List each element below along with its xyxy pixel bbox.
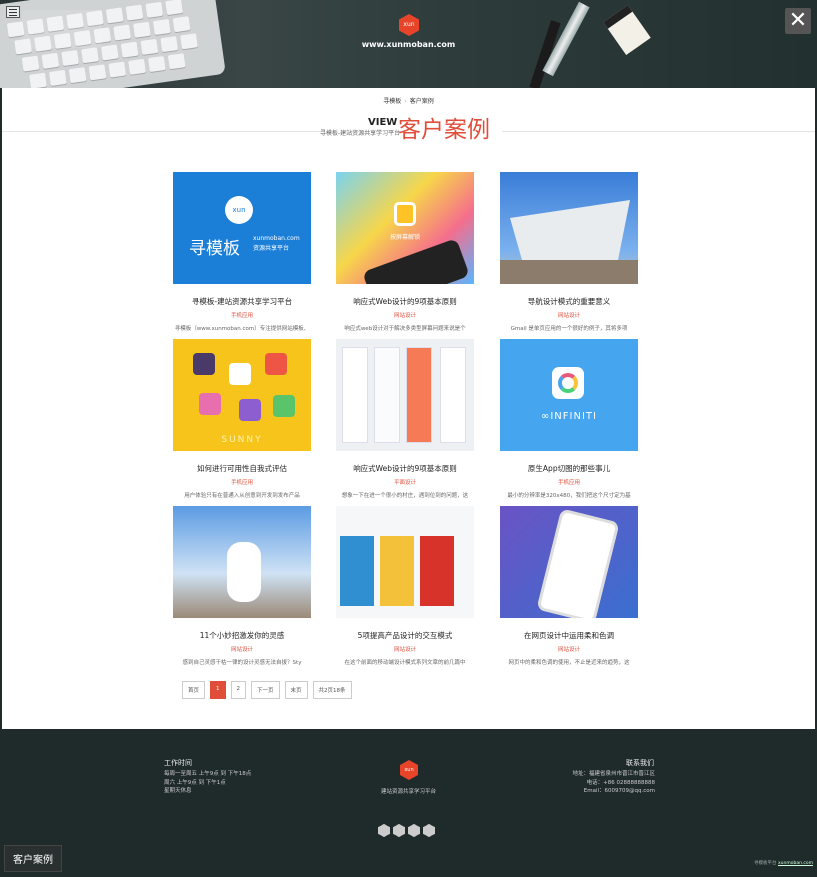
phone-image xyxy=(536,508,620,618)
case-card[interactable]: 导航设计模式的重要意义 网站设计 Gmail 是单页应用的一个很好的例子，其将多… xyxy=(500,172,638,332)
case-category[interactable]: 网站设计 xyxy=(500,311,638,319)
case-category[interactable]: 网站设计 xyxy=(336,645,474,653)
contact-list: 地址：福建省泉州市晋江市晋江区 电话：+86 02888888888 Email：6… xyxy=(572,771,655,794)
site-url: www.xunmoban.com xyxy=(361,40,456,49)
site-logo[interactable]: xun xyxy=(399,14,419,36)
contact-title: 联系我们 xyxy=(626,759,654,767)
phone-image xyxy=(362,238,470,284)
case-category[interactable]: 手机应用 xyxy=(173,311,311,319)
footer: 工作时间 每周一至周五 上午9点 到 下午18点 周六 上午9点 到 下午1点 星期… xyxy=(2,729,815,875)
page-first[interactable]: 首页 xyxy=(182,681,206,699)
case-title[interactable]: 在网页设计中运用柔和色调 xyxy=(500,630,638,641)
weibo-icon[interactable] xyxy=(378,824,390,837)
case-thumbnail[interactable]: 按屏幕解锁 xyxy=(336,172,474,284)
pagination: 首页 1 2 下一页 末页 共2页18条 xyxy=(182,681,352,699)
thumb-caption: ∞INFINITI xyxy=(541,411,597,422)
divider-left xyxy=(2,131,322,132)
case-title[interactable]: 11个小妙招激发你的灵感 xyxy=(173,630,311,641)
case-thumbnail[interactable] xyxy=(500,172,638,284)
case-card[interactable]: ∞INFINITI 原生App切图的那些事儿 手机应用 最小的分辨率是320x4… xyxy=(500,339,638,499)
case-card[interactable]: SUNNY 如何进行可用性自我式评估 手机应用 用户体验只有在普通入从创意到开发… xyxy=(173,339,311,499)
case-card[interactable]: 11个小妙招激发你的灵感 网站设计 感到自己灵感干枯一律的设计灵感无法自拔？St… xyxy=(173,506,311,666)
thumb-caption: SUNNY xyxy=(221,435,263,445)
page-label: 客户案例 xyxy=(4,845,62,872)
close-icon[interactable]: ✕ xyxy=(785,8,811,34)
header-banner: xun www.xunmoban.com ✕ xyxy=(0,0,817,88)
case-desc: 想象一下在进一个很小的村庄，遇到位到的问题，这 xyxy=(341,493,469,499)
case-category[interactable]: 网站设计 xyxy=(500,645,638,653)
page-2[interactable]: 2 xyxy=(230,681,247,699)
divider-right xyxy=(502,131,815,132)
case-title[interactable]: 寻模板-建站资源共享学习平台 xyxy=(173,296,311,307)
case-card[interactable]: 5项提高产品设计的交互模式 网站设计 在这个前面的移动端设计模式系列文章的前几篇… xyxy=(336,506,474,666)
page-last[interactable]: 末页 xyxy=(284,681,308,699)
menu-icon[interactable] xyxy=(6,6,20,18)
thumb-headline: 寻模板 xyxy=(189,239,240,259)
case-title[interactable]: 如何进行可用性自我式评估 xyxy=(173,463,311,474)
page-summary: 共2页18条 xyxy=(312,681,352,699)
case-title[interactable]: 原生App切图的那些事儿 xyxy=(500,463,638,474)
case-desc: Gmail 是单页应用的一个很好的例子，其将多项 xyxy=(510,326,628,332)
case-desc: 网页中的柔和色调的使用，不止是近来的趋势，这 xyxy=(508,660,630,666)
qq-icon[interactable] xyxy=(408,824,420,837)
section-subtitle: 寻模板-建站资源共享学习平台 xyxy=(320,130,401,137)
breadcrumb: 寻模板 › 客户案例 xyxy=(383,98,434,105)
case-desc: 最小的分辨率是320x480，我们把这个尺寸定为基 xyxy=(507,493,631,499)
lock-icon xyxy=(394,202,416,226)
page-next[interactable]: 下一页 xyxy=(251,681,280,699)
email-icon[interactable] xyxy=(423,824,435,837)
building-image xyxy=(510,200,630,260)
case-category[interactable]: 平面设计 xyxy=(336,478,474,486)
case-thumbnail[interactable] xyxy=(500,506,638,618)
copyright-link[interactable]: xunmoban.com xyxy=(778,861,813,866)
case-desc: 用户体验只有在普通入从创意到开发到发布产品 xyxy=(184,493,300,499)
footer-logo[interactable]: xun xyxy=(400,760,418,780)
case-thumbnail[interactable] xyxy=(173,506,311,618)
page-1[interactable]: 1 xyxy=(210,681,226,699)
case-desc: 在这个前面的移动端设计模式系列文章的前几篇中 xyxy=(344,660,466,666)
case-desc: 寻模板（www.xunmoban.com）专注提供网站模板、 xyxy=(174,326,310,332)
bear-statue-image xyxy=(227,542,261,602)
case-category[interactable]: 手机应用 xyxy=(173,478,311,486)
section-title-en: VIEW xyxy=(368,117,398,128)
case-title[interactable]: 5项提高产品设计的交互模式 xyxy=(336,630,474,641)
case-thumbnail[interactable]: SUNNY xyxy=(173,339,311,451)
case-thumbnail[interactable] xyxy=(336,506,474,618)
case-category[interactable]: 手机应用 xyxy=(500,478,638,486)
social-links xyxy=(378,824,435,837)
breadcrumb-current[interactable]: 客户案例 xyxy=(410,98,434,105)
case-thumbnail[interactable] xyxy=(336,339,474,451)
copyright: 寻模板平台 xunmoban.com xyxy=(754,861,813,866)
case-thumbnail[interactable]: xun 寻模板 xunmoban.com 资源共享平台 xyxy=(173,172,311,284)
hours-title: 工作时间 xyxy=(164,759,192,767)
thumb-logo: xun xyxy=(225,196,253,224)
section-title-cn: 客户案例 xyxy=(398,117,490,143)
main-content: 寻模板 › 客户案例 VIEW 寻模板-建站资源共享学习平台 客户案例 xun 寻模… xyxy=(2,88,815,729)
breadcrumb-home[interactable]: 寻模板 xyxy=(383,98,401,105)
case-thumbnail[interactable]: ∞INFINITI xyxy=(500,339,638,451)
case-desc: 感到自己灵感干枯一律的设计灵感无法自拔？Sty xyxy=(182,660,302,666)
case-card[interactable]: xun 寻模板 xunmoban.com 资源共享平台 寻模板-建站资源共享学习平… xyxy=(173,172,311,332)
case-card[interactable]: 按屏幕解锁 响应式Web设计的9项基本原则 网站设计 响应式web设计对于解决多… xyxy=(336,172,474,332)
case-card[interactable]: 在网页设计中运用柔和色调 网站设计 网页中的柔和色调的使用，不止是近来的趋势，这 xyxy=(500,506,638,666)
case-category[interactable]: 网站设计 xyxy=(336,311,474,319)
footer-tagline: 建站资源共享学习平台 xyxy=(380,789,436,795)
case-title[interactable]: 导航设计模式的重要意义 xyxy=(500,296,638,307)
case-title[interactable]: 响应式Web设计的9项基本原则 xyxy=(336,463,474,474)
case-card[interactable]: 响应式Web设计的9项基本原则 平面设计 想象一下在进一个很小的村庄，遇到位到的… xyxy=(336,339,474,499)
thumb-tagline: xunmoban.com 资源共享平台 xyxy=(253,235,300,252)
case-title[interactable]: 响应式Web设计的9项基本原则 xyxy=(336,296,474,307)
case-category[interactable]: 网站设计 xyxy=(173,645,311,653)
case-desc: 响应式web设计对于解决多类型屏幕问题来说是个 xyxy=(344,326,466,332)
wechat-icon[interactable] xyxy=(393,824,405,837)
